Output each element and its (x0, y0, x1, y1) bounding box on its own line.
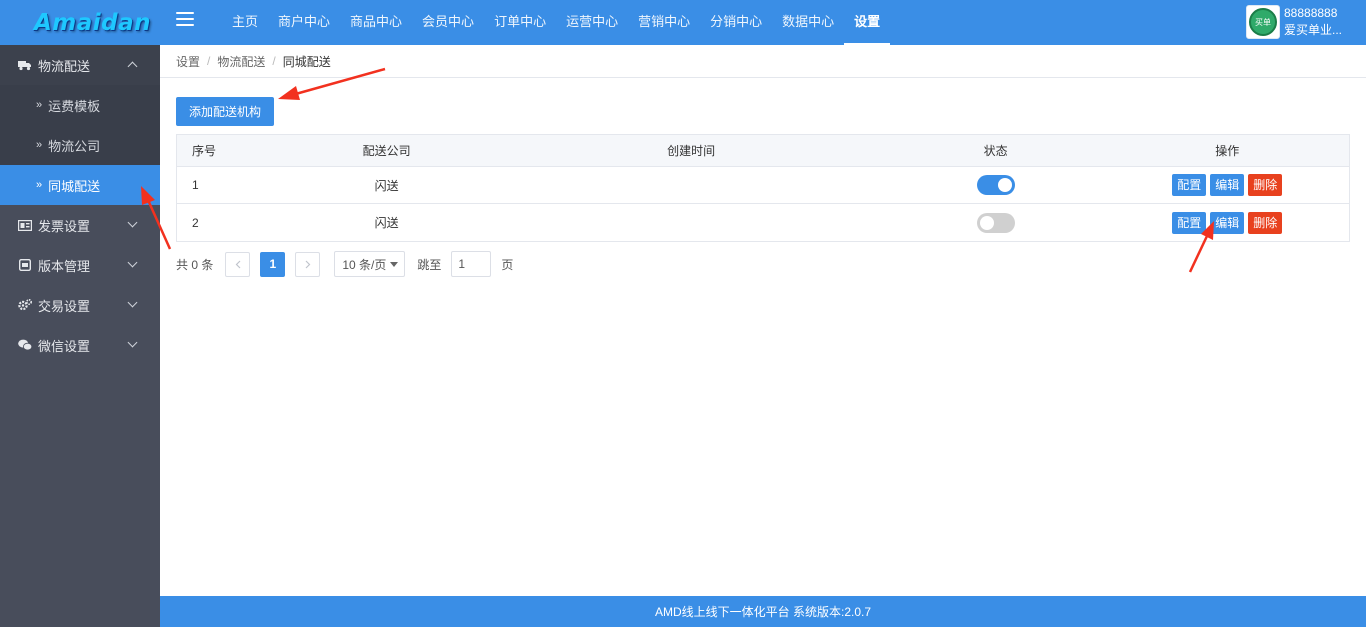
breadcrumb: 设置 / 物流配送 / 同城配送 (160, 45, 1366, 78)
breadcrumb-separator: / (272, 54, 276, 68)
config-button[interactable]: 配置 (1172, 174, 1207, 196)
delete-button[interactable]: 删除 (1248, 174, 1283, 196)
column-header-index: 序号 (192, 144, 217, 158)
jump-page-input[interactable] (451, 251, 492, 277)
sidebar-item-freight-template[interactable]: » 运费模板 (0, 85, 160, 125)
version-icon (18, 259, 32, 271)
jump-label: 跳至 (417, 257, 442, 272)
toggle-knob (979, 215, 994, 230)
double-chevron-right-icon: » (36, 179, 43, 191)
sidebar-group-label: 版本管理 (38, 258, 91, 274)
table-header: 序号 配送公司 创建时间 状态 操作 (177, 135, 1349, 167)
sidebar-group-label: 物流配送 (38, 58, 91, 74)
page-size-value: 10 条/页 (342, 257, 387, 272)
edit-button[interactable]: 编辑 (1210, 174, 1245, 196)
nav-item-home[interactable]: 主页 (222, 0, 268, 45)
nav-item-distribution[interactable]: 分销中心 (700, 0, 772, 45)
sidebar-item-local-delivery[interactable]: » 同城配送 (0, 165, 160, 205)
chevron-up-icon (127, 61, 138, 72)
user-id: 88888888 (1284, 6, 1338, 20)
top-nav: 主页 商户中心 商品中心 会员中心 订单中心 运营中心 营销中心 分销中心 数据… (222, 0, 891, 45)
table-row: 2 闪送 配置 编辑 删除 (177, 204, 1349, 241)
sidebar-group-label: 微信设置 (38, 338, 91, 354)
breadcrumb-item-current: 同城配送 (282, 54, 331, 69)
nav-item-operation[interactable]: 运营中心 (556, 0, 628, 45)
double-chevron-right-icon: » (36, 139, 43, 151)
sidebar-group-version[interactable]: 版本管理 (0, 245, 160, 285)
nav-item-merchant[interactable]: 商户中心 (268, 0, 340, 45)
sidebar-group-label: 交易设置 (38, 298, 91, 314)
double-chevron-right-icon: » (36, 99, 43, 111)
cell-company: 闪送 (374, 216, 399, 230)
prev-page-button[interactable] (225, 251, 251, 277)
page-suffix: 页 (501, 257, 514, 272)
sidebar-item-label: 同城配送 (48, 178, 101, 194)
toggle-knob (997, 178, 1012, 192)
pagination-total: 共 0 条 (176, 257, 214, 272)
table-row: 1 闪送 配置 编辑 删除 (177, 167, 1349, 204)
app-logo[interactable]: Amaidan (0, 0, 160, 45)
delivery-table: 序号 配送公司 创建时间 状态 操作 1 闪送 配置 编辑 删除 2 闪送 配置… (176, 134, 1350, 242)
nav-item-marketing[interactable]: 营销中心 (628, 0, 700, 45)
sidebar-item-label: 物流公司 (48, 138, 101, 154)
column-header-company: 配送公司 (362, 144, 411, 158)
user-name: 爱买单业... (1284, 23, 1343, 37)
chevron-down-icon (127, 337, 138, 348)
column-header-actions: 操作 (1215, 144, 1240, 158)
page-number-current[interactable]: 1 (260, 251, 286, 277)
pagination: 共 0 条 1 10 条/页 跳至 页 (176, 251, 513, 277)
sidebar-sublist-logistics: » 运费模板 » 物流公司 » 同城配送 (0, 85, 160, 205)
truck-icon (18, 59, 32, 71)
nav-item-data[interactable]: 数据中心 (772, 0, 844, 45)
chevron-down-icon (127, 257, 138, 268)
chevron-down-icon (127, 217, 138, 228)
column-header-created: 创建时间 (667, 144, 716, 158)
chevron-left-icon (235, 260, 241, 268)
nav-item-goods[interactable]: 商品中心 (340, 0, 412, 45)
invoice-icon (18, 219, 32, 231)
add-delivery-org-button[interactable]: 添加配送机构 (176, 97, 274, 126)
config-button[interactable]: 配置 (1172, 211, 1207, 234)
avatar-logo-text: 买单 (1249, 8, 1277, 36)
sidebar-group-wechat[interactable]: 微信设置 (0, 325, 160, 365)
page-size-select[interactable]: 10 条/页 (334, 251, 406, 277)
sidebar-group-invoice[interactable]: 发票设置 (0, 205, 160, 245)
sidebar-group-logistics[interactable]: 物流配送 (0, 45, 160, 85)
nav-item-settings[interactable]: 设置 (844, 0, 891, 45)
top-header: Amaidan 主页 商户中心 商品中心 会员中心 订单中心 运营中心 营销中心… (0, 0, 1366, 45)
sidebar-item-logistics-company[interactable]: » 物流公司 (0, 125, 160, 165)
nav-item-member[interactable]: 会员中心 (412, 0, 484, 45)
edit-button[interactable]: 编辑 (1210, 211, 1245, 234)
sidebar-group-label: 发票设置 (38, 218, 91, 234)
column-header-status: 状态 (983, 144, 1008, 158)
main-content: 添加配送机构 序号 配送公司 创建时间 状态 操作 1 闪送 配置 编辑 删除 … (160, 78, 1366, 596)
cell-index: 1 (192, 178, 199, 192)
sidebar-item-label: 运费模板 (48, 98, 101, 114)
footer: AMD线上线下一体化平台 系统版本:2.0.7 (160, 596, 1366, 627)
breadcrumb-item-settings[interactable]: 设置 (176, 53, 200, 70)
status-toggle[interactable] (976, 175, 1015, 195)
next-page-button[interactable] (295, 251, 321, 277)
chevron-right-icon (305, 260, 311, 268)
caret-down-icon (390, 262, 399, 267)
hamburger-menu-icon[interactable] (176, 12, 194, 28)
user-menu[interactable]: 买单 88888888 爱买单业... (1246, 2, 1354, 42)
nav-item-order[interactable]: 订单中心 (484, 0, 556, 45)
delete-button[interactable]: 删除 (1248, 211, 1283, 234)
footer-text: AMD线上线下一体化平台 系统版本:2.0.7 (654, 605, 872, 619)
wechat-icon (18, 339, 32, 351)
status-toggle[interactable] (976, 212, 1015, 233)
cell-index: 2 (192, 215, 199, 230)
chevron-down-icon (127, 297, 138, 308)
avatar: 买单 (1246, 5, 1280, 39)
sidebar: 物流配送 » 运费模板 » 物流公司 » 同城配送 发票设置 版本管理 交易设置… (0, 45, 160, 627)
cell-company: 闪送 (374, 178, 399, 193)
gears-icon (18, 299, 32, 311)
sidebar-group-trade[interactable]: 交易设置 (0, 285, 160, 325)
breadcrumb-separator: / (207, 54, 211, 68)
logo-text: Amaidan (34, 9, 152, 36)
breadcrumb-item-logistics[interactable]: 物流配送 (217, 53, 265, 70)
